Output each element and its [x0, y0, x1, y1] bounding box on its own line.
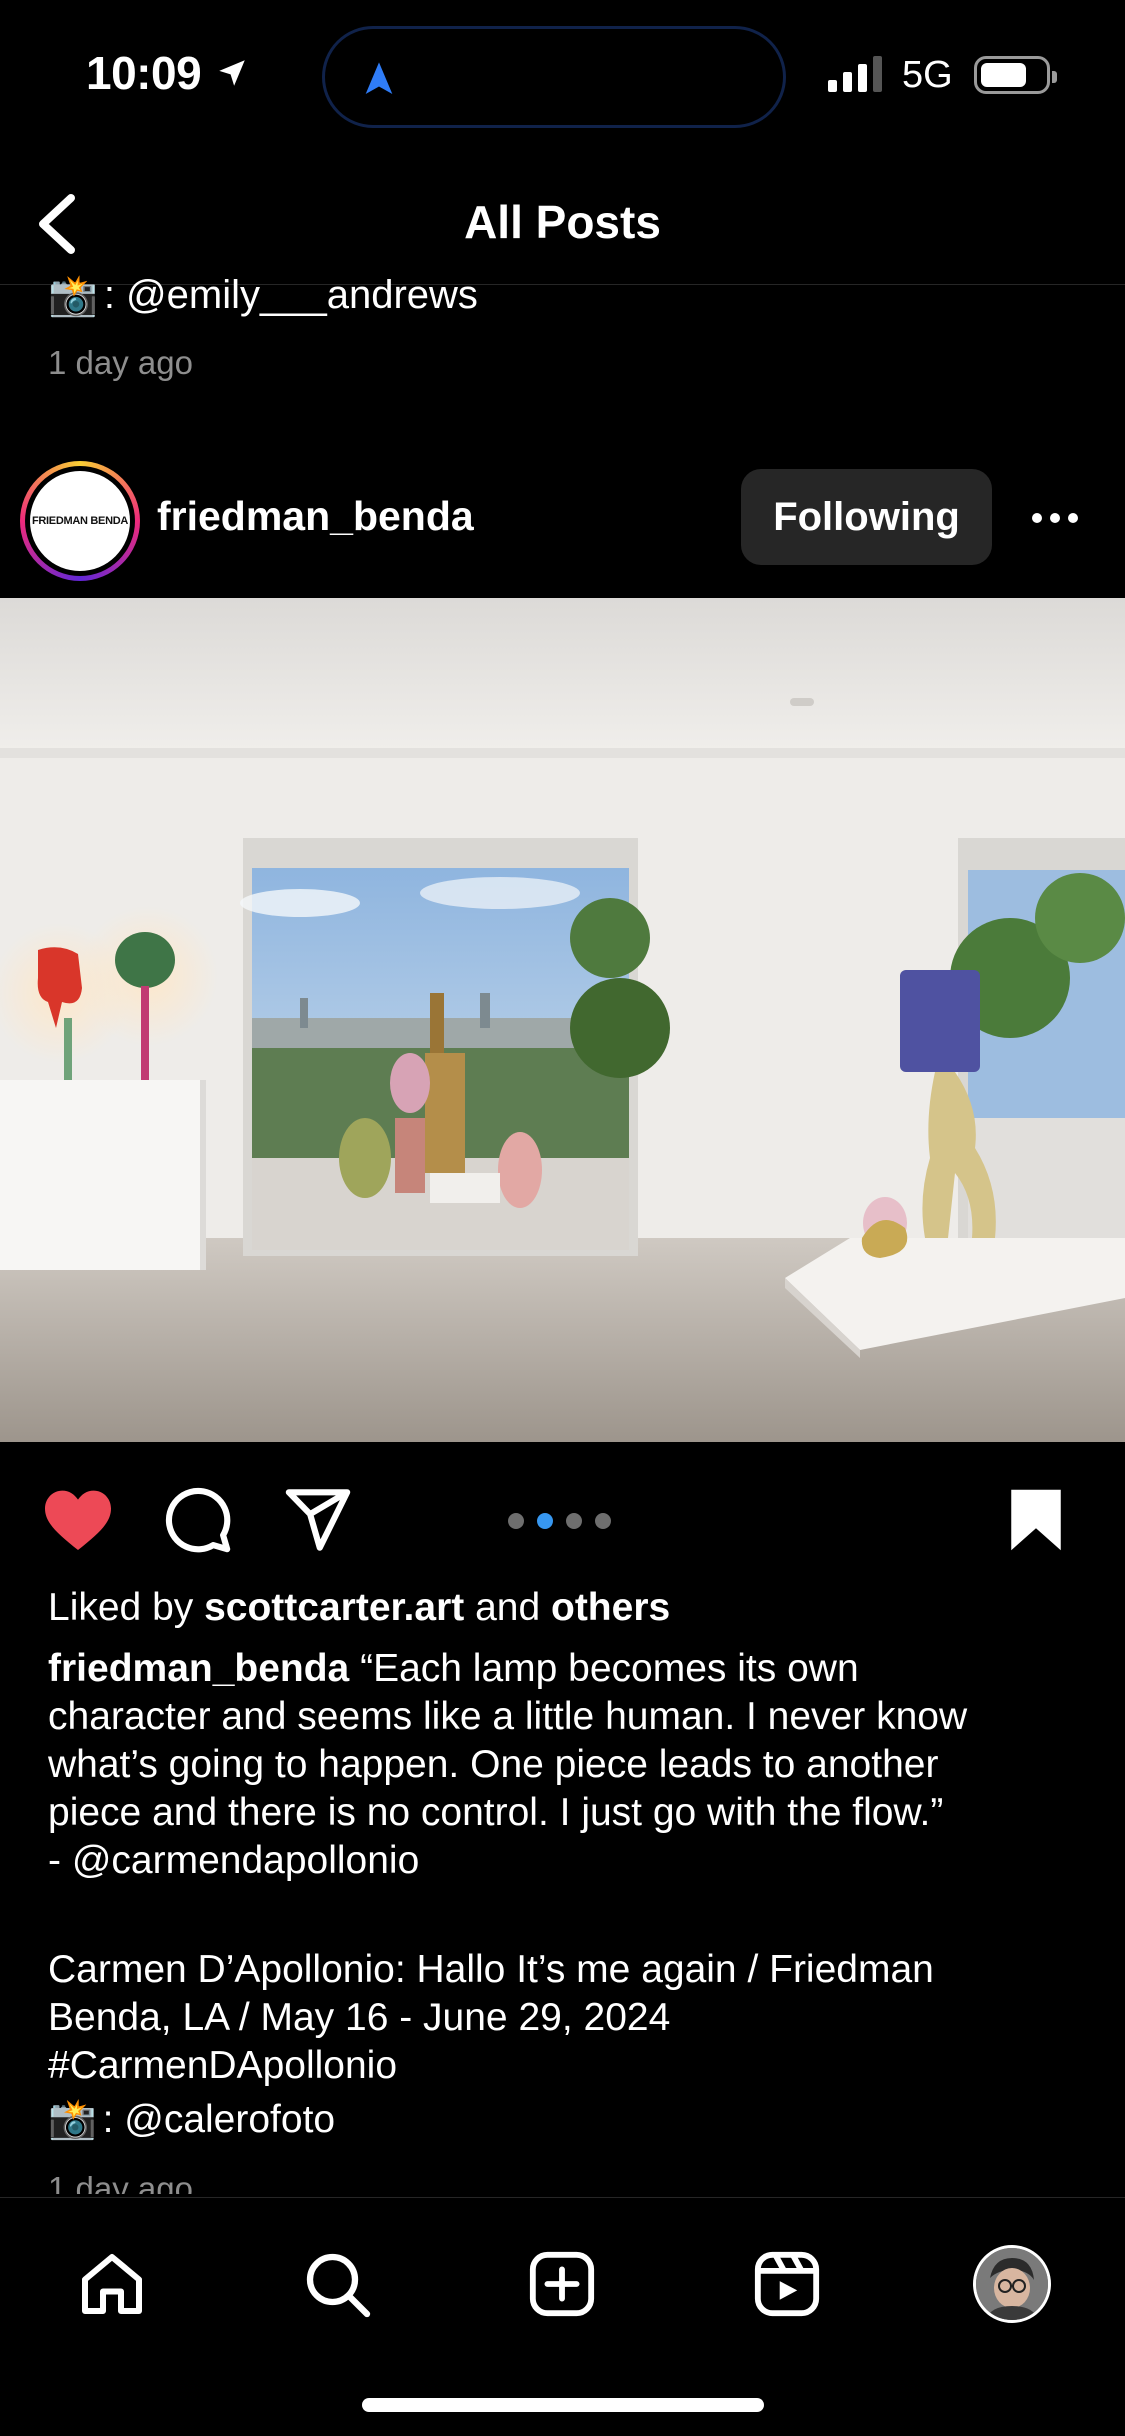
likes-summary[interactable]: Liked by scottcarter.art and others: [48, 1586, 670, 1630]
tab-home[interactable]: [62, 2234, 162, 2334]
tab-profile[interactable]: [962, 2234, 1062, 2334]
tab-create[interactable]: [512, 2234, 612, 2334]
heart-filled-icon: [45, 1490, 111, 1550]
gallery-photo: [0, 598, 1125, 1442]
previous-post-credit-text[interactable]: : @emily___andrews: [104, 273, 478, 318]
caption-username[interactable]: friedman_benda: [48, 1647, 349, 1690]
status-time: 10:09: [86, 46, 249, 100]
following-button[interactable]: Following: [741, 469, 992, 565]
nav-header: All Posts: [0, 175, 1125, 285]
profile-avatar: [973, 2245, 1051, 2323]
post-actions: [0, 1480, 1125, 1580]
carousel-dot: [508, 1513, 524, 1529]
profile-photo-icon: [976, 2248, 1048, 2320]
home-icon: [82, 2254, 142, 2314]
carousel-indicator: [508, 1513, 611, 1529]
exhibit-line: Carmen D’Apollonio: Hallo It’s me again …: [48, 1948, 934, 1991]
photo-credit-mention[interactable]: : @calerofoto: [103, 2096, 336, 2144]
create-post-icon: [529, 2251, 595, 2317]
clock-text: 10:09: [86, 47, 202, 99]
bottom-tab-bar: [0, 2197, 1125, 2436]
carousel-dot: [595, 1513, 611, 1529]
status-bar: 10:09 5G: [0, 0, 1125, 160]
exhibit-line: Benda, LA / May 16 - June 29, 2024: [48, 1996, 671, 2039]
search-icon: [306, 2253, 371, 2318]
network-type: 5G: [902, 54, 953, 96]
carousel-dot: [566, 1513, 582, 1529]
caption-line: “Each lamp becomes its own: [349, 1647, 859, 1690]
avatar-logo: FRIEDMAN BENDA: [30, 471, 130, 571]
location-arrow-icon: [219, 60, 245, 86]
navigation-arrow-icon: [365, 62, 393, 94]
exhibit-info: Carmen D’Apollonio: Hallo It’s me again …: [48, 1946, 1088, 2144]
previous-post-credit: 📸 : @emily___andrews: [48, 272, 478, 319]
hashtag-link[interactable]: #CarmenDApollonio: [48, 2042, 1088, 2090]
likes-others[interactable]: others: [551, 1586, 670, 1629]
more-options-icon[interactable]: [1032, 513, 1078, 523]
tab-reels[interactable]: [737, 2234, 837, 2334]
dynamic-island: [322, 26, 786, 128]
share-button[interactable]: [278, 1480, 358, 1560]
battery-icon: [974, 56, 1057, 94]
caption-line: character and seems like a little human.…: [48, 1695, 968, 1738]
tab-search[interactable]: [287, 2234, 387, 2334]
comment-icon: [165, 1487, 231, 1553]
post-timestamp: 1 day ago: [48, 2170, 193, 2194]
likes-prefix: Liked by: [48, 1586, 205, 1629]
likes-middle: and: [464, 1586, 551, 1629]
cellular-signal-icon: [828, 56, 882, 92]
photo-credit: 📸 : @calerofoto: [48, 2096, 1088, 2144]
caption-line: piece and there is no control. I just go…: [48, 1791, 944, 1834]
paper-plane-icon: [285, 1489, 351, 1551]
bookmark-filled-icon: [1011, 1489, 1061, 1551]
carousel-dot-active: [537, 1513, 553, 1529]
home-indicator: [362, 2398, 764, 2412]
liked-by-user[interactable]: scottcarter.art: [204, 1586, 464, 1629]
post-image[interactable]: [0, 598, 1125, 1442]
camera-flash-emoji: 📸: [48, 2098, 97, 2141]
post-header: FRIEDMAN BENDA friedman_benda Following: [0, 455, 1125, 581]
comment-button[interactable]: [158, 1480, 238, 1560]
reels-icon: [754, 2251, 820, 2317]
like-button[interactable]: [38, 1480, 118, 1560]
post-caption: friedman_benda “Each lamp becomes its ow…: [48, 1645, 1088, 1885]
post-username[interactable]: friedman_benda: [157, 493, 474, 540]
save-button[interactable]: [996, 1480, 1076, 1560]
camera-flash-emoji: 📸: [48, 274, 98, 318]
caption-mention[interactable]: - @carmendapollonio: [48, 1837, 1088, 1885]
page-title: All Posts: [464, 196, 661, 248]
avatar[interactable]: FRIEDMAN BENDA: [20, 461, 140, 581]
caption-line: what’s going to happen. One piece leads …: [48, 1743, 939, 1786]
previous-post-timestamp: 1 day ago: [48, 344, 193, 381]
